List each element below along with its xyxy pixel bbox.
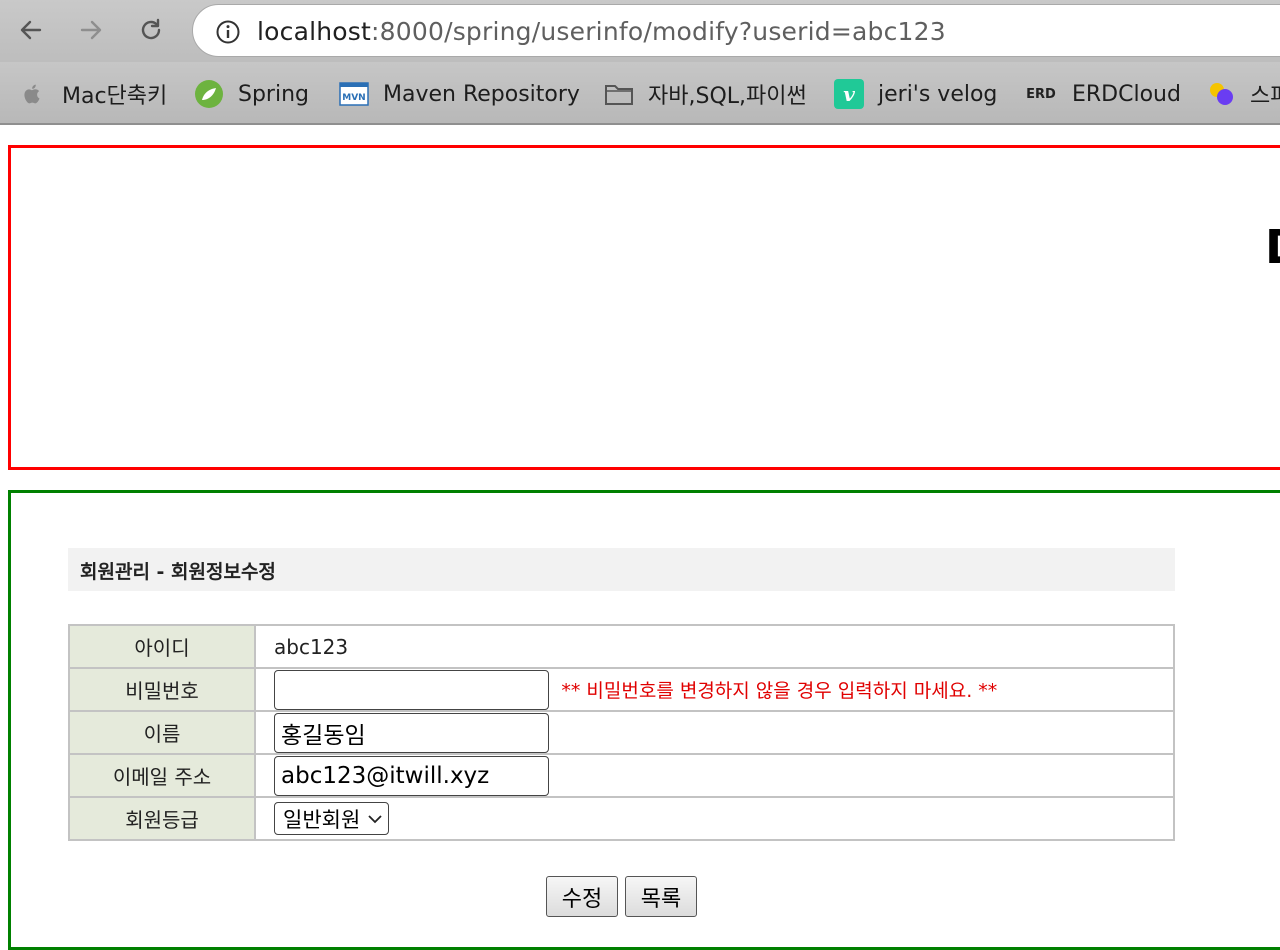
arrow-right-icon [80,20,102,40]
table-row: 이름 [68,710,1175,755]
bookmarks-bar: Mac단축키 Spring MVN Maven Repository 자바,SQ… [0,62,1280,125]
url-path: :8000/spring/userinfo/modify?userid=abc1… [371,17,946,46]
id-value: abc123 [254,624,1175,669]
email-label: 이메일 주소 [68,753,256,798]
bookmark-label: 스파 [1250,84,1280,109]
back-button[interactable] [14,13,48,47]
url-text[interactable]: localhost:8000/spring/userinfo/modify?us… [257,17,946,46]
name-cell [254,710,1175,755]
password-cell: ** 비밀번호를 변경하지 않을 경우 입력하지 마세요. ** [254,667,1175,712]
user-modify-form: 아이디 abc123 비밀번호 ** 비밀번호를 변경하지 않을 경우 입력하지… [68,624,1175,841]
bookmark-label: ERDCloud [1072,81,1181,107]
grade-label: 회원등급 [68,796,256,841]
header-frame: D [8,145,1280,470]
modify-button[interactable]: 수정 [546,876,618,917]
grade-selected-value: 일반회원 [283,807,361,832]
bookmark-label: 자바,SQL,파이썬 [648,84,807,109]
table-row: 아이디 abc123 [68,624,1175,669]
svg-text:MVN: MVN [342,93,365,103]
list-button[interactable]: 목록 [625,876,697,917]
id-label: 아이디 [68,624,256,669]
name-label: 이름 [68,710,256,755]
erd-icon: ERD [1026,86,1056,102]
email-cell [254,753,1175,798]
browser-toolbar: localhost:8000/spring/userinfo/modify?us… [0,0,1280,62]
bookmark-spring[interactable]: Spring [194,78,309,110]
bookmark-spa[interactable]: 스파 [1206,78,1280,110]
bookmark-erdcloud[interactable]: ERD ERDCloud [1024,78,1181,110]
info-icon[interactable] [215,19,241,45]
arrow-left-icon [20,20,42,40]
bookmark-label: Maven Repository [383,81,580,107]
bookmark-velog[interactable]: v jeri's velog [834,78,997,110]
bookmark-label: jeri's velog [878,81,998,107]
bookmark-maven[interactable]: MVN Maven Repository [339,78,580,110]
password-note: ** 비밀번호를 변경하지 않을 경우 입력하지 마세요. ** [561,680,998,702]
header-title-fragment: D [1265,220,1280,274]
maven-icon: MVN [339,79,369,109]
bookmark-label: Spring [238,81,309,107]
reload-button[interactable] [134,13,168,47]
page-title: 회원관리 - 회원정보수정 [68,548,1175,591]
name-input[interactable] [274,712,549,753]
password-input[interactable] [274,669,549,710]
forward-button[interactable] [74,13,108,47]
password-label: 비밀번호 [68,667,256,712]
grade-cell: 일반회원 [254,796,1175,841]
address-bar[interactable]: localhost:8000/spring/userinfo/modify?us… [192,4,1280,57]
bookmark-mac-shortcuts[interactable]: Mac단축키 [18,78,167,110]
chevron-down-icon [368,814,382,823]
apple-icon [18,79,48,109]
table-row: 이메일 주소 [68,753,1175,798]
bookmark-folder-java-sql-python[interactable]: 자바,SQL,파이썬 [604,78,807,110]
folder-icon [604,79,634,109]
url-host: localhost [257,17,372,46]
table-row: 비밀번호 ** 비밀번호를 변경하지 않을 경우 입력하지 마세요. ** [68,667,1175,712]
colorful-dots-icon [1206,79,1236,109]
velog-icon: v [834,79,864,109]
table-row: 회원등급 일반회원 [68,796,1175,841]
bookmark-label: Mac단축키 [62,84,168,109]
spring-leaf-icon [194,79,224,109]
email-input[interactable] [274,755,549,796]
grade-select[interactable]: 일반회원 [274,802,390,835]
reload-icon [141,18,161,40]
